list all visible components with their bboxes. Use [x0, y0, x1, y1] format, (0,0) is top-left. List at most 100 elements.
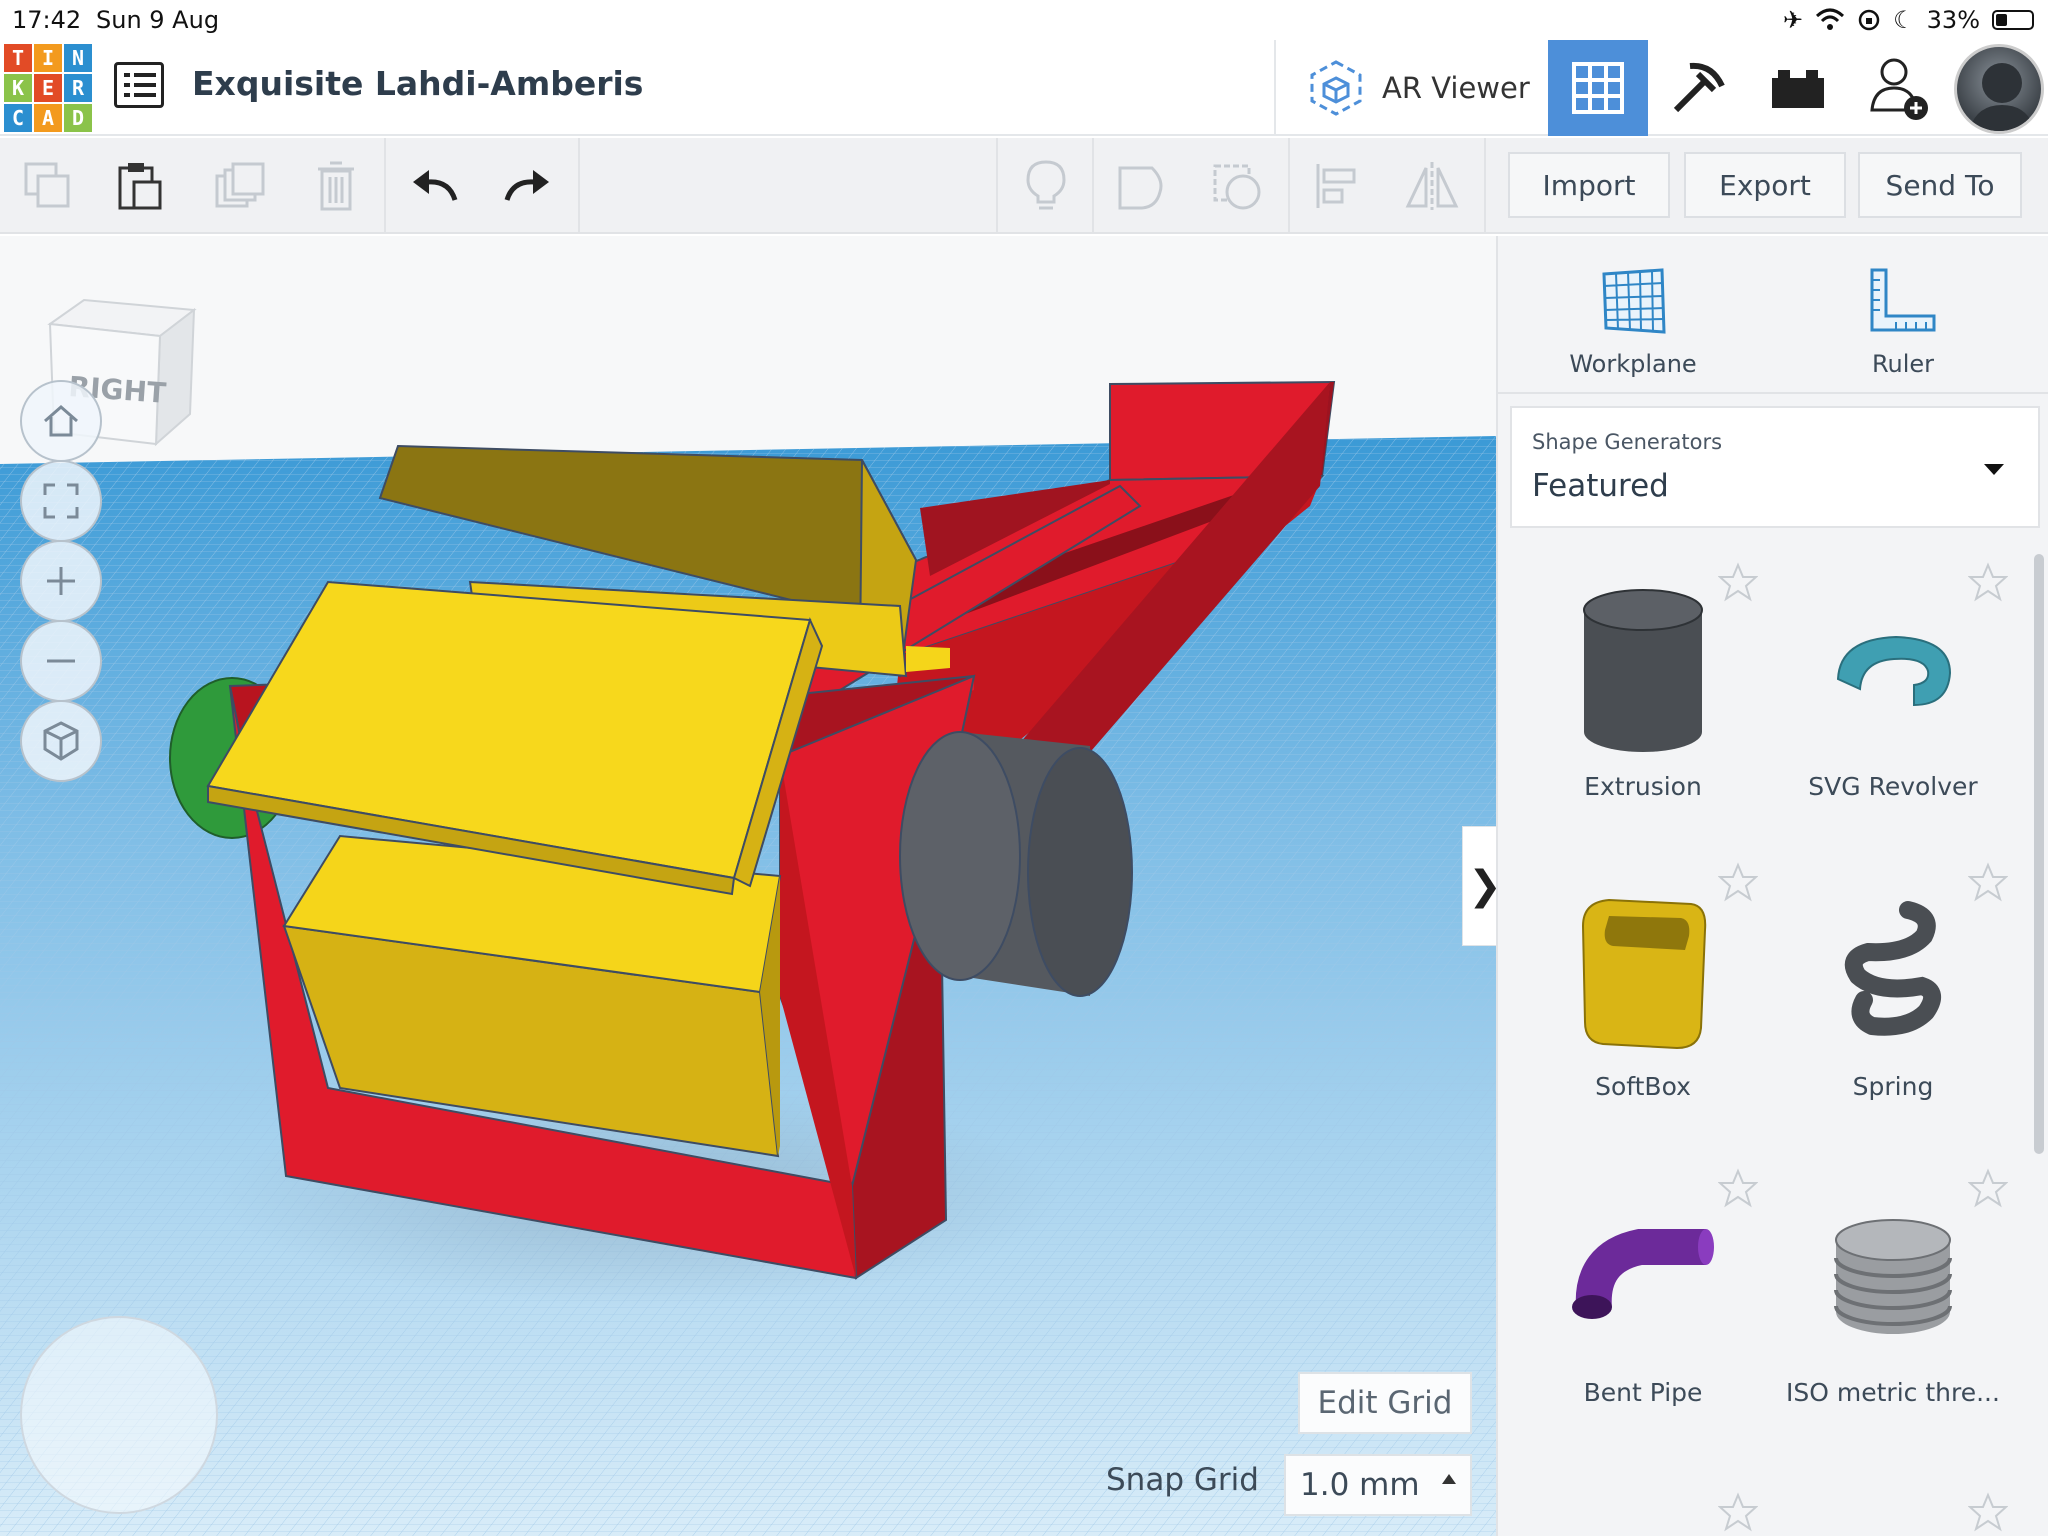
home-view-button[interactable]	[20, 380, 102, 462]
shape-item-spring[interactable]: Spring	[1768, 846, 2018, 1146]
copy-icon	[24, 162, 70, 208]
duplicate-icon	[215, 162, 265, 208]
battery-icon	[1992, 10, 2034, 30]
edit-grid-button[interactable]: Edit Grid	[1298, 1372, 1472, 1434]
hole-shape-button[interactable]	[1208, 156, 1268, 216]
status-icons: ✈ ☾ 33%	[1783, 6, 2034, 34]
shape-name: SVG Revolver	[1808, 772, 1978, 801]
bricks-view-button[interactable]	[1748, 40, 1848, 136]
star-icon[interactable]	[1968, 562, 2008, 602]
plus-icon	[47, 567, 75, 595]
status-bar: 17:42 Sun 9 Aug ✈ ☾ 33%	[0, 0, 2048, 40]
logo-letter: T	[4, 44, 32, 72]
softbox-shape-icon	[1581, 898, 1707, 1050]
delete-button[interactable]	[306, 156, 366, 216]
caret-down-icon	[1984, 464, 2004, 475]
panel-collapse-button[interactable]: ❯	[1462, 826, 1496, 946]
star-icon[interactable]	[1718, 562, 1758, 602]
undo-icon	[413, 170, 458, 201]
star-icon[interactable]	[1718, 1168, 1758, 1208]
logo-letter: E	[34, 74, 62, 102]
redo-button[interactable]	[498, 156, 558, 216]
perspective-button[interactable]	[20, 700, 102, 782]
status-time: 17:42	[12, 6, 82, 34]
solid-icon	[1118, 166, 1163, 210]
app-header: TIN KER CAD Exquisite Lahdi-Amberis AR Vie…	[0, 40, 2048, 136]
ar-viewer-button[interactable]: AR Viewer	[1276, 40, 1546, 136]
hole-icon	[1213, 164, 1261, 210]
fit-view-button[interactable]	[20, 460, 102, 542]
logo-letter: D	[64, 104, 92, 132]
workplane-icon	[1602, 268, 1666, 334]
design-list-button[interactable]	[114, 62, 164, 108]
home-icon	[44, 405, 78, 437]
add-user-icon	[1870, 58, 1928, 120]
workplane-tool[interactable]: Workplane	[1498, 236, 1768, 390]
star-icon[interactable]	[1718, 1492, 1758, 1532]
shape-item-bent-pipe[interactable]: Bent Pipe	[1518, 1152, 1768, 1452]
logo-letter: N	[64, 44, 92, 72]
duplicate-button[interactable]	[210, 156, 270, 216]
ruler-icon	[1870, 268, 1936, 332]
shape-category-dropdown[interactable]: Shape Generators Featured	[1510, 406, 2040, 528]
add-user-button[interactable]	[1848, 40, 1948, 136]
send-to-button[interactable]: Send To	[1858, 152, 2022, 218]
iso-thread-shape-icon	[1834, 1219, 1952, 1334]
avatar-silhouette-icon	[1969, 63, 2035, 131]
star-icon[interactable]	[1718, 862, 1758, 902]
shape-name: Bent Pipe	[1583, 1378, 1703, 1407]
redo-icon	[504, 170, 549, 201]
import-button[interactable]: Import	[1508, 152, 1670, 218]
spring-shape-icon	[1844, 901, 1941, 1036]
panel-scrollbar[interactable]	[2034, 554, 2044, 1154]
copy-button[interactable]	[18, 156, 78, 216]
shape-item-extrusion[interactable]: Extrusion	[1518, 546, 1768, 846]
workplane-scene[interactable]	[0, 236, 1496, 1536]
export-button[interactable]: Export	[1684, 152, 1846, 218]
minecraft-view-button[interactable]	[1648, 40, 1748, 136]
shape-item-svg-revolver[interactable]: SVG Revolver	[1768, 546, 2018, 846]
fit-icon	[43, 483, 79, 519]
shapes-panel: Workplane Ruler Shape Generators Feature…	[1496, 236, 2048, 1536]
paste-button[interactable]	[110, 156, 170, 216]
user-avatar[interactable]	[1954, 44, 2044, 134]
shape-name: Extrusion	[1584, 772, 1702, 801]
orientation-lock-icon	[1858, 9, 1880, 31]
zoom-in-button[interactable]	[20, 540, 102, 622]
tinkercad-logo[interactable]: TIN KER CAD	[4, 44, 92, 132]
solid-shape-button[interactable]	[1112, 156, 1172, 216]
star-icon[interactable]	[1968, 1168, 2008, 1208]
minus-icon	[47, 659, 75, 663]
mirror-icon	[1405, 162, 1459, 210]
snap-grid-select[interactable]: 1.0 mm	[1284, 1454, 1472, 1516]
design-title[interactable]: Exquisite Lahdi-Amberis	[192, 64, 643, 103]
ruler-label: Ruler	[1871, 350, 1935, 378]
orbit-joystick[interactable]	[20, 1316, 218, 1514]
star-icon[interactable]	[1968, 862, 2008, 902]
3d-viewport[interactable]: RIGHT ❯ Edit Grid Snap Grid 1.0 mm	[0, 236, 1496, 1536]
snap-grid-value: 1.0 mm	[1300, 1467, 1420, 1503]
undo-button[interactable]	[404, 156, 464, 216]
align-button[interactable]	[1306, 156, 1366, 216]
lightbulb-icon	[1026, 160, 1066, 210]
notes-button[interactable]	[1016, 156, 1076, 216]
trash-icon	[318, 161, 354, 211]
mirror-button[interactable]	[1402, 156, 1462, 216]
logo-letter: K	[4, 74, 32, 102]
wifi-icon	[1816, 8, 1845, 30]
logo-letter: R	[64, 74, 92, 102]
status-date: Sun 9 Aug	[96, 6, 220, 34]
star-icon[interactable]	[1968, 1492, 2008, 1532]
ruler-tool[interactable]: Ruler	[1768, 236, 2038, 390]
bent-pipe-shape-icon	[1572, 1229, 1714, 1319]
snap-grid-label: Snap Grid	[1106, 1462, 1259, 1498]
ar-viewer-label: AR Viewer	[1382, 71, 1530, 105]
airplane-icon: ✈	[1783, 6, 1804, 34]
zoom-out-button[interactable]	[20, 620, 102, 702]
shape-grid: Extrusion SVG Revolver SoftBox Spring Be…	[1498, 546, 2038, 1536]
shape-item-softbox[interactable]: SoftBox	[1518, 846, 1768, 1146]
shape-item-iso-metric-thread[interactable]: ISO metric thre...	[1768, 1152, 2018, 1452]
grid-icon	[1572, 62, 1624, 114]
3d-design-view-button[interactable]	[1548, 40, 1648, 136]
logo-letter: A	[34, 104, 62, 132]
